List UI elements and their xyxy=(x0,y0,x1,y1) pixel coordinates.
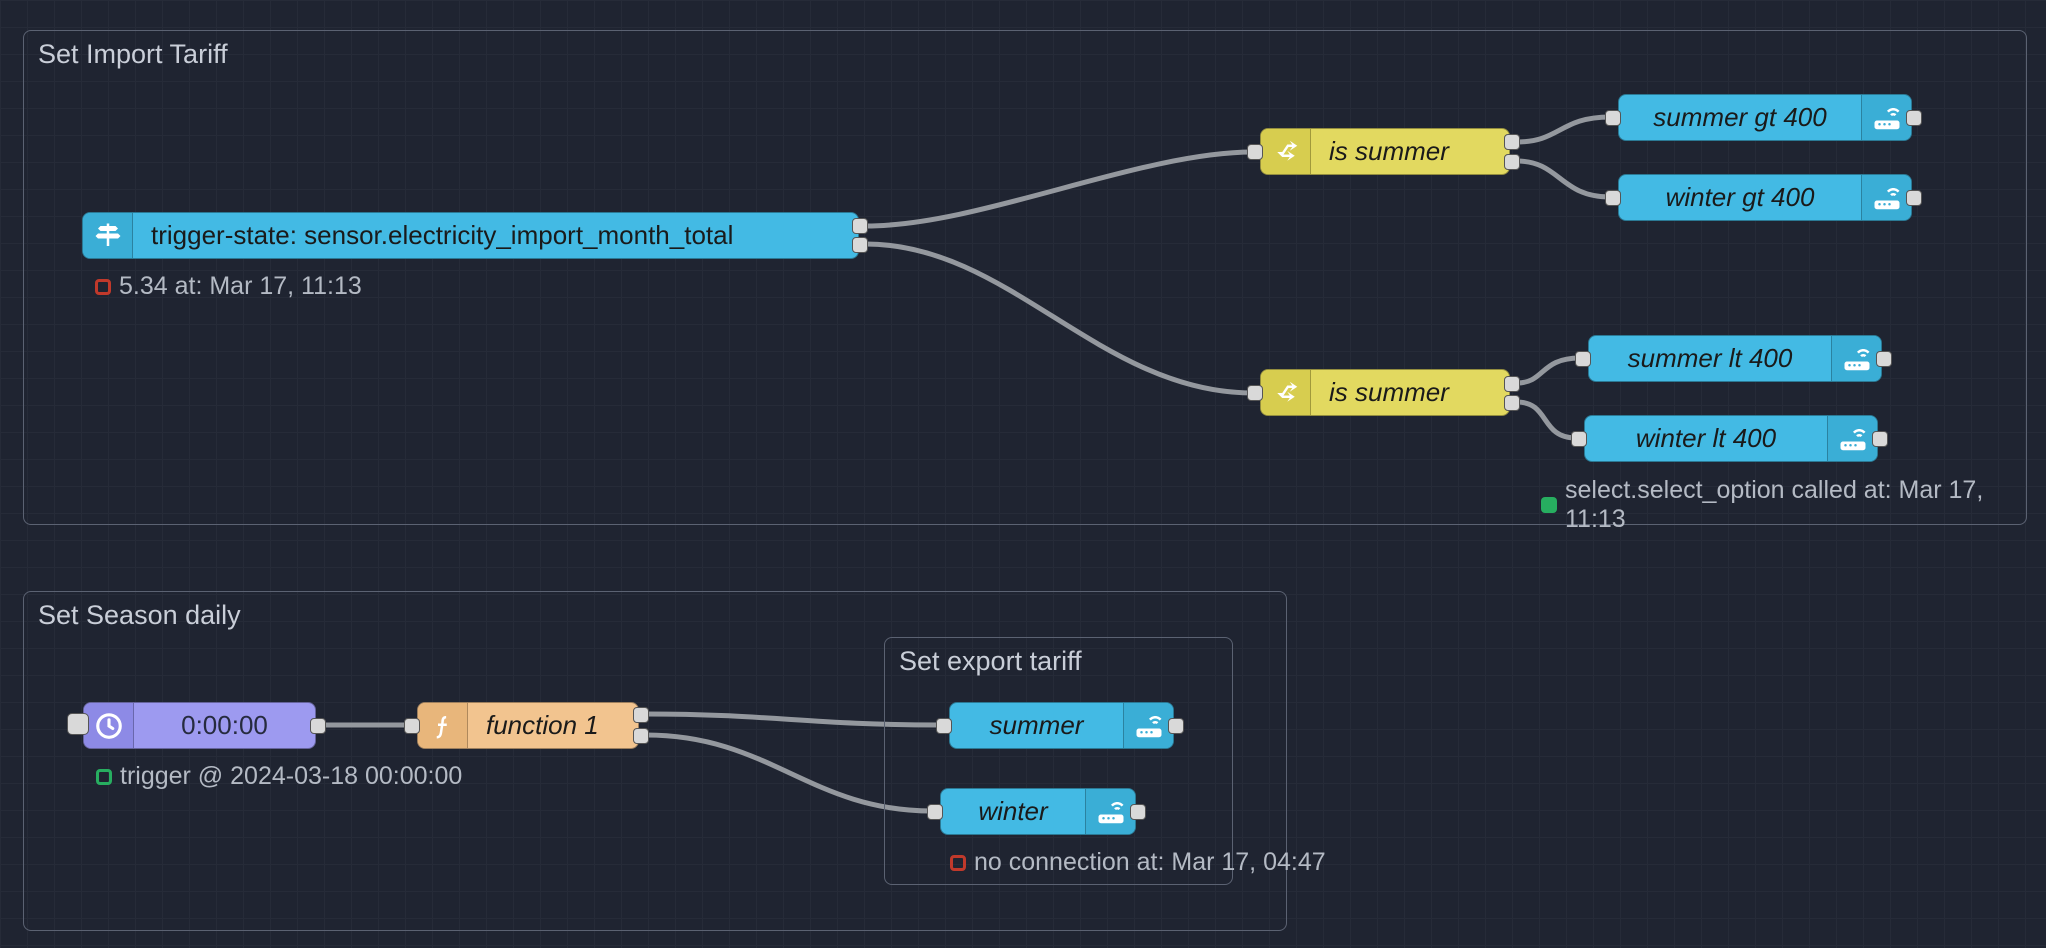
router-icon xyxy=(1827,416,1877,461)
node-label: trigger-state: sensor.electricity_import… xyxy=(133,213,858,258)
status-text: select.select_option called at: Mar 17, … xyxy=(1565,476,2046,534)
inject-button[interactable] xyxy=(67,713,89,735)
clock-icon xyxy=(84,703,134,748)
status-inject: trigger @ 2024-03-18 00:00:00 xyxy=(96,762,462,791)
node-label: winter lt 400 xyxy=(1585,416,1827,461)
port-out[interactable] xyxy=(1906,110,1922,126)
port-out[interactable] xyxy=(310,718,326,734)
port-in[interactable] xyxy=(404,718,420,734)
port-in[interactable] xyxy=(1605,190,1621,206)
router-icon xyxy=(1123,703,1173,748)
port-in[interactable] xyxy=(1605,110,1621,126)
group-label: Set Import Tariff xyxy=(38,39,228,70)
status-text: trigger @ 2024-03-18 00:00:00 xyxy=(120,762,462,791)
status-no-connection: no connection at: Mar 17, 04:47 xyxy=(950,848,1326,877)
node-label: is summer xyxy=(1311,129,1509,174)
status-dot-green xyxy=(1541,497,1557,513)
port-out[interactable] xyxy=(1168,718,1184,734)
node-trigger-state[interactable]: trigger-state: sensor.electricity_import… xyxy=(82,212,859,259)
group-label: Set export tariff xyxy=(899,646,1082,677)
status-dot-green-outline xyxy=(96,769,112,785)
port-in[interactable] xyxy=(1571,431,1587,447)
node-label: is summer xyxy=(1311,370,1509,415)
node-label: summer gt 400 xyxy=(1619,95,1861,140)
router-icon xyxy=(1085,789,1135,834)
port-out[interactable] xyxy=(1504,134,1520,150)
status-dot-red xyxy=(95,279,111,295)
node-function-1[interactable]: function 1 xyxy=(417,702,639,749)
node-label: 0:00:00 xyxy=(134,703,315,748)
switch-icon xyxy=(1261,129,1311,174)
status-trigger: 5.34 at: Mar 17, 11:13 xyxy=(95,272,362,301)
node-label: winter gt 400 xyxy=(1619,175,1861,220)
port-out[interactable] xyxy=(633,728,649,744)
node-winter-lt-400[interactable]: winter lt 400 xyxy=(1584,415,1878,462)
node-summer[interactable]: summer xyxy=(949,702,1174,749)
node-winter-gt-400[interactable]: winter gt 400 xyxy=(1618,174,1912,221)
port-out[interactable] xyxy=(1872,431,1888,447)
node-label: winter xyxy=(941,789,1085,834)
port-out[interactable] xyxy=(852,237,868,253)
node-label: summer xyxy=(950,703,1123,748)
node-winter[interactable]: winter xyxy=(940,788,1136,835)
router-icon xyxy=(1861,175,1911,220)
node-inject[interactable]: 0:00:00 xyxy=(83,702,316,749)
node-summer-gt-400[interactable]: summer gt 400 xyxy=(1618,94,1912,141)
port-out[interactable] xyxy=(1504,395,1520,411)
port-out[interactable] xyxy=(1130,804,1146,820)
port-out[interactable] xyxy=(1504,154,1520,170)
status-text: no connection at: Mar 17, 04:47 xyxy=(974,848,1326,877)
port-in[interactable] xyxy=(1575,351,1591,367)
status-dot-red xyxy=(950,855,966,871)
port-out[interactable] xyxy=(852,218,868,234)
port-out[interactable] xyxy=(633,707,649,723)
status-text: 5.34 at: Mar 17, 11:13 xyxy=(119,272,362,301)
router-icon xyxy=(1831,336,1881,381)
port-in[interactable] xyxy=(936,718,952,734)
port-in[interactable] xyxy=(927,804,943,820)
node-switch-is-summer-1[interactable]: is summer xyxy=(1260,128,1510,175)
group-label: Set Season daily xyxy=(38,600,241,631)
node-switch-is-summer-2[interactable]: is summer xyxy=(1260,369,1510,416)
port-in[interactable] xyxy=(1247,144,1263,160)
status-select: select.select_option called at: Mar 17, … xyxy=(1541,476,2046,534)
port-in[interactable] xyxy=(1247,385,1263,401)
function-icon xyxy=(418,703,468,748)
flow-canvas[interactable]: Set Import Tariff trigger-state: sensor.… xyxy=(0,0,2046,948)
router-icon xyxy=(1861,95,1911,140)
node-summer-lt-400[interactable]: summer lt 400 xyxy=(1588,335,1882,382)
port-out[interactable] xyxy=(1504,376,1520,392)
port-out[interactable] xyxy=(1906,190,1922,206)
node-label: function 1 xyxy=(468,703,638,748)
port-out[interactable] xyxy=(1876,351,1892,367)
switch-icon xyxy=(1261,370,1311,415)
node-label: summer lt 400 xyxy=(1589,336,1831,381)
signpost-icon xyxy=(83,213,133,258)
